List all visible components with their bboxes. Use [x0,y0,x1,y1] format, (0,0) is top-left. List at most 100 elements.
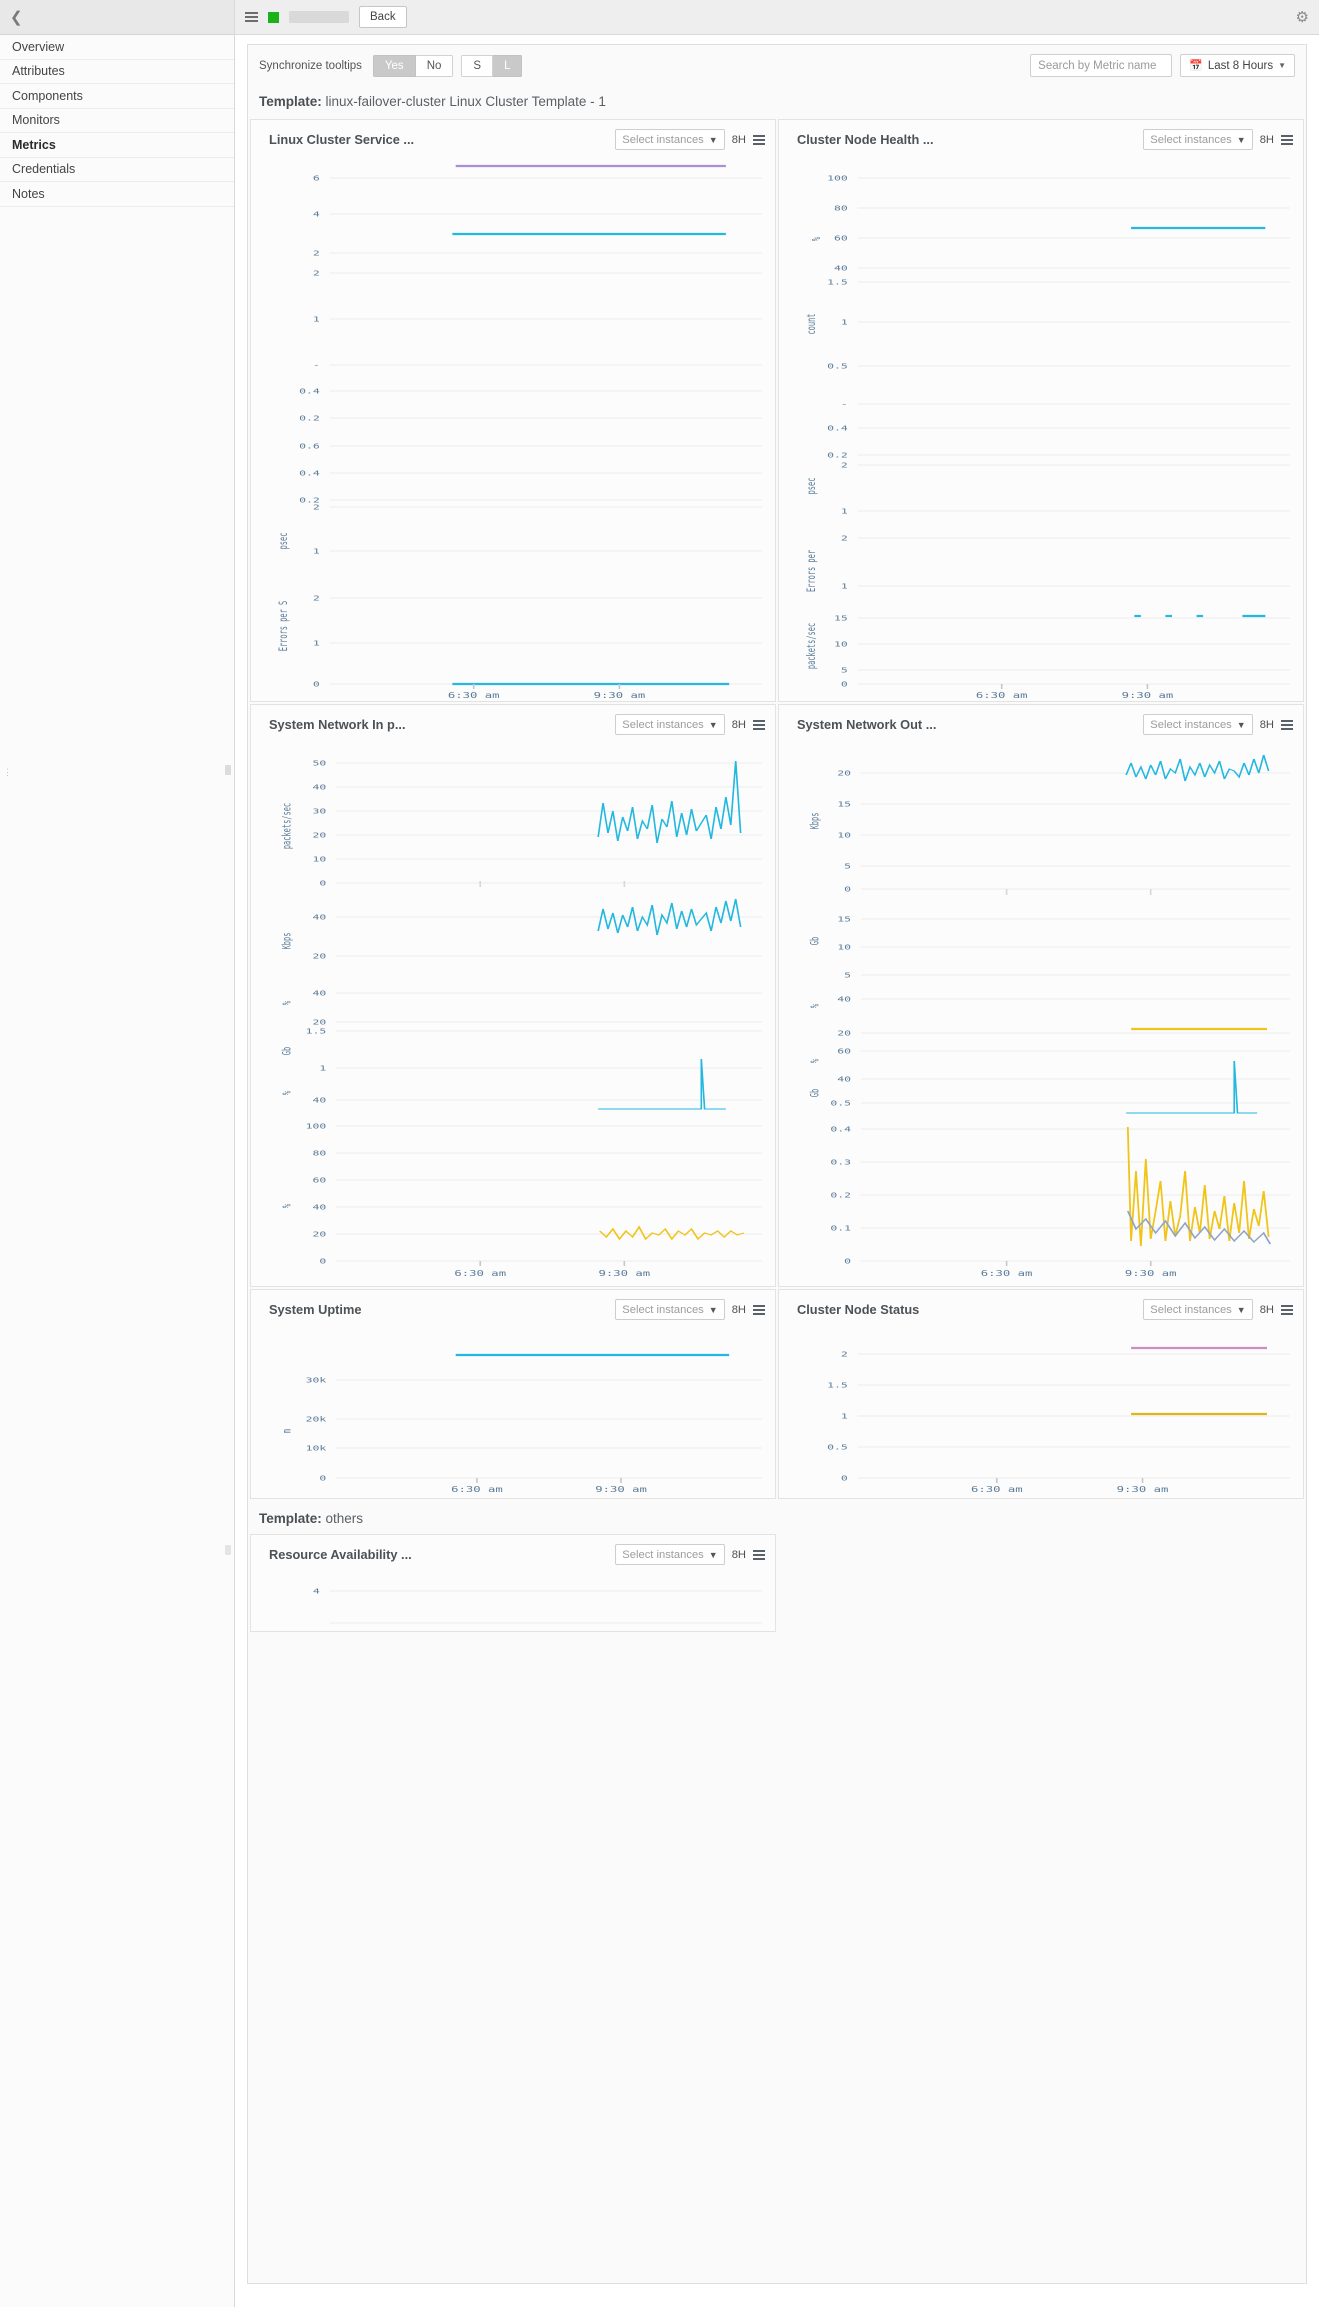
legend-list-icon[interactable] [753,1549,765,1560]
template-prefix: Template: [259,1511,322,1526]
svg-text:0.4: 0.4 [299,470,320,478]
chart-title: Cluster Node Health ... [797,132,934,147]
chart-plot-area[interactable]: 30k 20k 10k 0 m 6:30 am 9:30 am [251,1326,775,1498]
svg-text:0.3: 0.3 [830,1159,851,1167]
sidebar-item-metrics[interactable]: Metrics [0,133,234,158]
chart-range-label: 8H [731,133,746,146]
select-instances-dropdown[interactable]: Select instances ▼ [615,714,725,735]
chart-title: Resource Availability ... [269,1547,412,1562]
svg-text:6:30 am: 6:30 am [976,692,1028,700]
chart-card-system-network-out: System Network Out ... Select instances … [778,704,1304,1287]
svg-text:0.5: 0.5 [827,363,848,371]
chart-plot-area[interactable]: 2 1.5 1 0.5 0 6:30 am 9:30 am [779,1326,1303,1498]
svg-text:40: 40 [837,1076,851,1084]
svg-text:15: 15 [837,916,851,924]
legend-list-icon[interactable] [753,134,765,145]
size-large-button[interactable]: L [493,54,523,77]
chart-card-system-uptime: System Uptime Select instances ▼ 8H 30k … [250,1289,776,1499]
legend-list-icon[interactable] [1281,134,1293,145]
select-instances-dropdown[interactable]: Select instances ▼ [615,1299,725,1320]
select-instances-dropdown[interactable]: Select instances ▼ [615,129,725,150]
sync-tooltips-label: Synchronize tooltips [259,59,362,72]
gear-icon[interactable]: ⚙ [1296,8,1309,26]
svg-text:0: 0 [844,1258,851,1266]
svg-text:%: % [281,1091,294,1095]
legend-list-icon[interactable] [753,719,765,730]
svg-text:5: 5 [844,972,851,980]
chart-card-system-network-in: System Network In p... Select instances … [250,704,776,1287]
chart-card-header: System Uptime Select instances ▼ 8H [251,1290,775,1326]
metrics-panel: Synchronize tooltips Yes No S L 📅 Last 8… [247,44,1307,2284]
time-range-button[interactable]: 📅 Last 8 Hours ▼ [1180,54,1295,77]
svg-text:2: 2 [841,1351,848,1359]
chart-card-header: System Network Out ... Select instances … [779,705,1303,741]
svg-text:40: 40 [834,265,848,273]
svg-text:40: 40 [313,914,327,922]
svg-text:10: 10 [834,641,848,649]
svg-text:20: 20 [313,953,327,961]
chart-plot-area[interactable]: 6 4 2 2 1 - 0.4 0.2 0.6 0.4 0.2 2 1 psec… [251,156,775,701]
svg-text:-: - [841,401,848,409]
sidebar-item-notes[interactable]: Notes [0,182,234,207]
svg-text:0: 0 [841,681,848,689]
back-button[interactable]: Back [359,6,407,28]
svg-text:0.4: 0.4 [830,1126,851,1134]
template-heading-1: Template: linux-failover-cluster Linux C… [248,86,1306,119]
svg-text:%: % [809,1004,822,1008]
chart-card-cluster-node-health: Cluster Node Health ... Select instances… [778,119,1304,702]
sidebar-item-components[interactable]: Components [0,84,234,109]
legend-list-icon[interactable] [1281,1304,1293,1315]
chevron-down-icon: ▼ [708,134,718,145]
chevron-left-icon[interactable]: ❮ [10,10,23,25]
sidebar-item-attributes[interactable]: Attributes [0,59,234,84]
sidebar-item-monitors[interactable]: Monitors [0,108,234,133]
svg-text:1: 1 [841,319,848,327]
sidebar-item-overview[interactable]: Overview [0,35,234,60]
chart-grid-primary: Linux Cluster Service ... Select instanc… [248,119,1306,1499]
size-small-button[interactable]: S [461,54,494,77]
svg-text:packets/sec: packets/sec [805,623,818,669]
svg-text:Errors per S: Errors per S [277,601,290,652]
svg-text:count: count [805,313,818,334]
resource-name-redacted [289,11,349,23]
sync-no-button[interactable]: No [415,54,454,77]
chart-title: System Network In p... [269,717,406,732]
svg-text:1: 1 [841,1413,848,1421]
svg-text:Kbps: Kbps [809,813,822,830]
sidebar-resize-handle-lower[interactable] [225,1544,231,1555]
svg-text:20: 20 [837,770,851,778]
select-instances-dropdown[interactable]: Select instances ▼ [1143,129,1253,150]
time-range-label: Last 8 Hours [1207,59,1274,72]
sidebar-resize-handle[interactable] [225,764,231,775]
sidebar-rail-marker: ⋮ [3,766,12,777]
sidebar-item-credentials[interactable]: Credentials [0,157,234,182]
svg-text:1: 1 [313,316,320,324]
chart-plot-area[interactable]: 4 [251,1571,775,1631]
svg-text:50: 50 [313,760,327,768]
svg-text:40: 40 [313,784,327,792]
svg-text:%: % [281,1001,294,1005]
svg-text:20: 20 [837,1030,851,1038]
empty-grid-cell [778,1534,1304,1632]
hamburger-icon[interactable] [245,12,258,22]
chart-plot-area[interactable]: 100 80 60 40 % 1.5 1 0.5 count - 0.4 0.2… [779,156,1303,701]
svg-text:4: 4 [313,1588,320,1596]
content-area: Synchronize tooltips Yes No S L 📅 Last 8… [235,35,1319,2307]
chart-plot-area[interactable]: 50 40 30 20 10 0 packets/sec 40 20 Kbps … [251,741,775,1286]
svg-text:2: 2 [313,250,320,258]
select-instances-dropdown[interactable]: Select instances ▼ [615,1544,725,1565]
svg-text:6:30 am: 6:30 am [451,1486,503,1494]
select-instances-dropdown[interactable]: Select instances ▼ [1143,1299,1253,1320]
legend-list-icon[interactable] [1281,719,1293,730]
chart-plot-area[interactable]: 20 15 10 5 0 Kbps 15 10 5 Gb 40 20 % 60 … [779,741,1303,1286]
sync-yes-button[interactable]: Yes [372,54,416,77]
select-instances-dropdown[interactable]: Select instances ▼ [1143,714,1253,735]
chevron-down-icon: ▼ [708,719,718,730]
svg-text:40: 40 [313,990,327,998]
svg-text:100: 100 [306,1123,327,1131]
svg-text:30k: 30k [306,1377,327,1385]
legend-list-icon[interactable] [753,1304,765,1315]
chevron-down-icon: ▼ [1278,61,1286,70]
toolbar-right-group: 📅 Last 8 Hours ▼ [1030,54,1295,77]
search-input[interactable] [1030,54,1173,77]
